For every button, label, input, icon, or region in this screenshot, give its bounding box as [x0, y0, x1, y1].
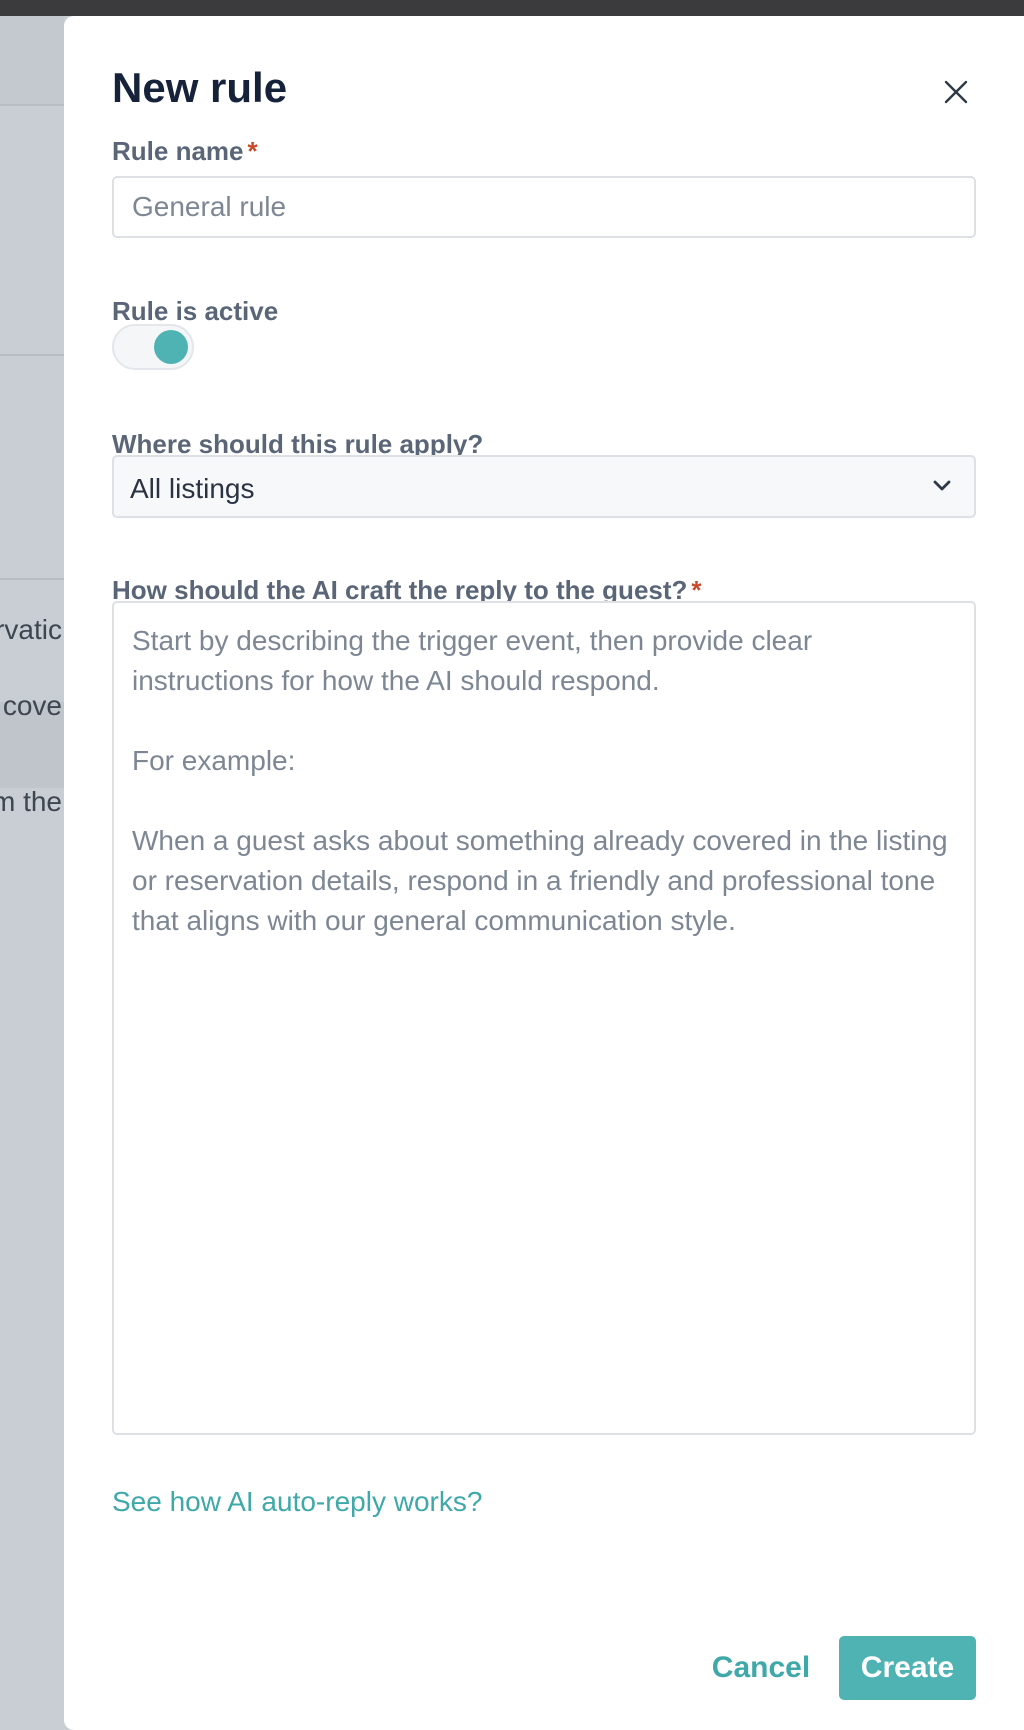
- rule-active-toggle[interactable]: [112, 324, 194, 370]
- ai-auto-reply-help-link[interactable]: See how AI auto-reply works?: [112, 1486, 482, 1518]
- backdrop-divider: [0, 104, 64, 106]
- reply-instructions-textarea[interactable]: [112, 601, 976, 1435]
- backdrop-text-fragment: m the: [0, 786, 62, 817]
- apply-scope-select[interactable]: All listings: [112, 455, 976, 518]
- close-icon: [944, 80, 968, 104]
- page-backdrop: rvatic y cove m the: [0, 16, 64, 1730]
- rule-name-label: Rule name *: [112, 136, 258, 167]
- backdrop-text-fragment: y cove: [0, 690, 62, 721]
- backdrop-divider: [0, 578, 64, 580]
- chevron-down-icon: [933, 480, 951, 491]
- close-button[interactable]: [938, 74, 974, 110]
- toggle-knob: [154, 330, 188, 364]
- rule-active-label: Rule is active: [112, 296, 279, 326]
- backdrop-divider: [0, 354, 64, 356]
- window-top-bar: [0, 0, 1024, 16]
- modal-title: New rule: [112, 64, 288, 111]
- backdrop-text-fragment: rvatic: [0, 614, 62, 645]
- create-button[interactable]: Create: [839, 1636, 976, 1700]
- required-asterisk: *: [247, 136, 258, 166]
- new-rule-modal: New rule Rule name* Rule is active Where…: [64, 16, 1024, 1730]
- rule-name-input[interactable]: [112, 176, 976, 238]
- rule-name-label-text: Rule name: [112, 136, 244, 166]
- cancel-button[interactable]: Cancel: [696, 1636, 826, 1700]
- apply-scope-selected-value: All listings: [130, 473, 255, 504]
- backdrop-header-panel: [0, 16, 64, 104]
